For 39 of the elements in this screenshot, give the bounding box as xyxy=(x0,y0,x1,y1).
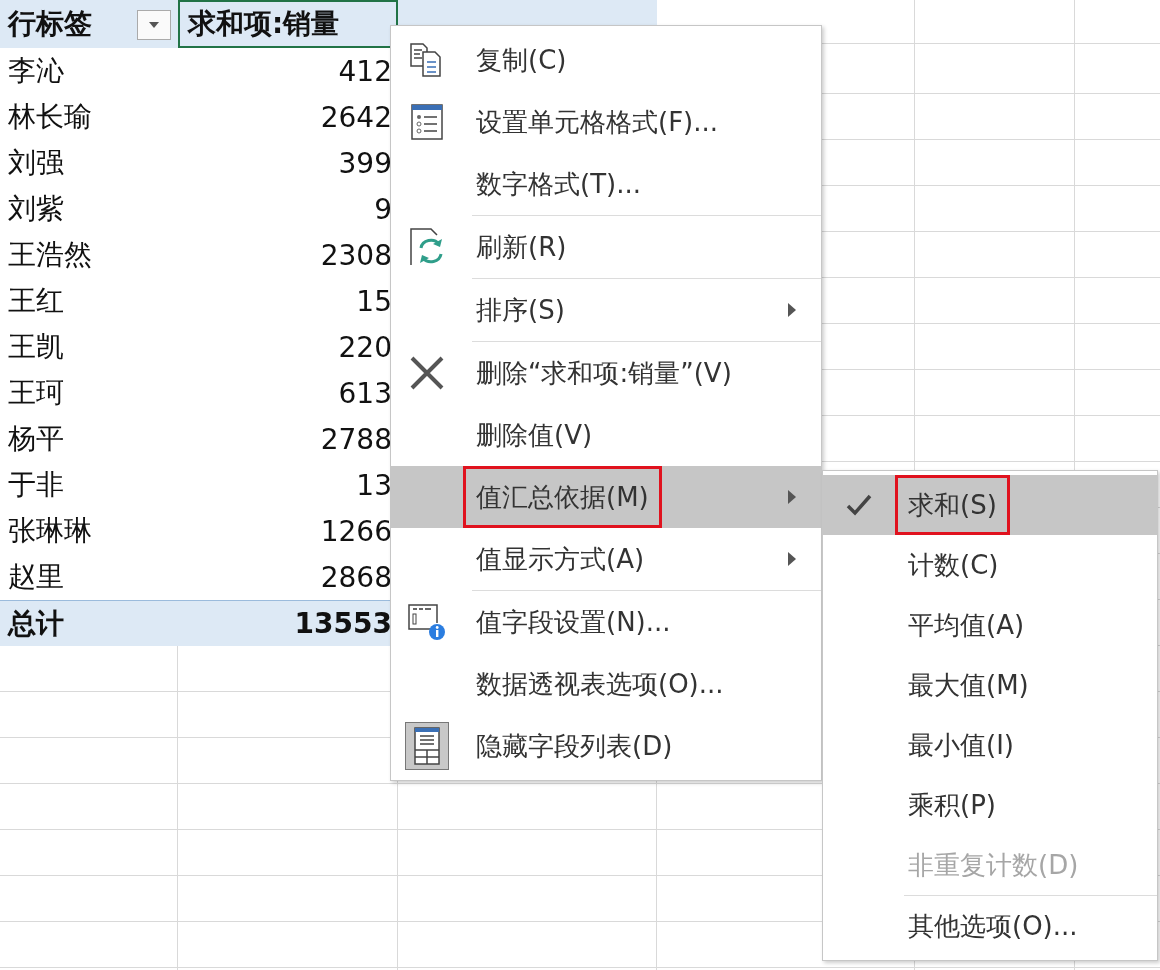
table-cell: 刘强 xyxy=(0,140,178,186)
table-cell: 林长瑜 xyxy=(0,94,178,140)
menu-item[interactable]: 最小值(I) xyxy=(823,715,1157,775)
menu-item[interactable]: 值显示方式(A) xyxy=(391,528,821,591)
menu-item[interactable]: 求和(S) xyxy=(823,475,1157,535)
table-cell: 于非 xyxy=(0,462,178,508)
table-cell: 李沁 xyxy=(0,48,178,94)
menu-item[interactable]: 刷新(R) xyxy=(391,216,821,279)
table-cell: 杨平 xyxy=(0,416,178,462)
field-settings-icon xyxy=(407,603,447,641)
submenu-arrow-icon xyxy=(787,489,797,505)
menu-item[interactable]: 隐藏字段列表(D) xyxy=(391,715,821,777)
table-cell: 总计 xyxy=(0,600,178,646)
filter-dropdown-button[interactable] xyxy=(137,10,171,40)
menu-item[interactable]: 值汇总依据(M) xyxy=(391,466,821,528)
delete-icon xyxy=(409,356,445,390)
menu-item[interactable]: 乘积(P) xyxy=(823,775,1157,835)
selected-cell[interactable]: 求和项:销量 xyxy=(178,0,398,48)
checkmark-icon xyxy=(846,494,872,516)
menu-item[interactable]: 最大值(M) xyxy=(823,655,1157,715)
table-cell: 张琳琳 xyxy=(0,508,178,554)
table-cell: 王凯 xyxy=(0,324,178,370)
submenu-arrow-icon xyxy=(787,302,797,318)
table-cell: 赵里 xyxy=(0,554,178,600)
menu-item[interactable]: 数据透视表选项(O)... xyxy=(391,653,821,715)
table-cell: 王红 xyxy=(0,278,178,324)
list-format-icon xyxy=(411,104,443,140)
menu-item[interactable]: 其他选项(O)... xyxy=(823,896,1157,956)
caret-icon xyxy=(148,21,160,29)
field-list-icon xyxy=(405,722,449,770)
table-cell: 刘紫 xyxy=(0,186,178,232)
refresh-icon xyxy=(409,228,445,266)
menu-item[interactable]: 计数(C) xyxy=(823,535,1157,595)
table-cell: 王浩然 xyxy=(0,232,178,278)
menu-item[interactable]: 排序(S) xyxy=(391,279,821,342)
menu-item[interactable]: 平均值(A) xyxy=(823,595,1157,655)
table-cell: 王珂 xyxy=(0,370,178,416)
menu-item[interactable]: 数字格式(T)... xyxy=(391,153,821,216)
submenu-arrow-icon xyxy=(787,551,797,567)
